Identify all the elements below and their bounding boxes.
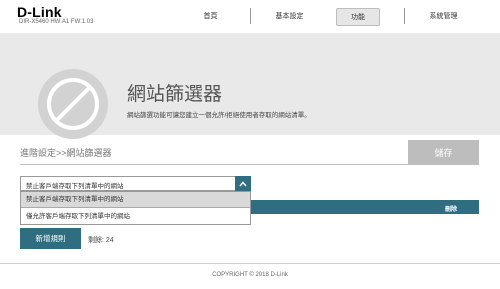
page-title: 網站篩選器 (127, 84, 223, 105)
page-description: 網站篩選功能可讓您建立一個允許/拒絕使用者存取的網站清單。 (127, 112, 311, 119)
copyright: COPYRIGHT © 2018 D-Link (212, 272, 288, 278)
nav-features[interactable]: 功能 (336, 8, 380, 26)
filter-mode-selected-value: 禁止客戶端存取下列清單中的網站 (26, 183, 124, 190)
nav-system-management[interactable]: 系統管理 (404, 8, 482, 24)
hero-banner: 網站篩選器 網站篩選功能可讓您建立一個允許/拒絕使用者存取的網站清單。 (0, 33, 500, 139)
footer-divider (0, 263, 500, 264)
delete-column-header: 刪除 (444, 207, 457, 213)
chevron-up-icon[interactable] (235, 176, 251, 191)
breadcrumb[interactable]: 進階設定>>網站篩選器 (20, 146, 112, 159)
model-info: DIR-X5460 HW:A1 FW:1.03 (19, 19, 94, 25)
divider (20, 164, 479, 165)
website-filter-icon (38, 69, 108, 139)
remaining-count: 剩餘: 24 (88, 237, 114, 244)
dropdown-option-allow[interactable]: 僅允許客戶端存取下列清單中的網站 (21, 209, 250, 225)
nav-basic-settings[interactable]: 基本設定 (250, 8, 328, 24)
brand-logo: D-Link (17, 4, 62, 20)
add-rule-button[interactable]: 新增規則 (20, 228, 81, 249)
filter-mode-select[interactable]: 禁止客戶端存取下列清單中的網站 (20, 176, 251, 191)
dropdown-option-deny[interactable]: 禁止客戶端存取下列清單中的網站 (21, 192, 250, 208)
save-button[interactable]: 儲存 (408, 140, 479, 164)
filter-mode-dropdown: 禁止客戶端存取下列清單中的網站 僅允許客戶端存取下列清單中的網站 (20, 191, 251, 225)
top-bar: D-Link DIR-X5460 HW:A1 FW:1.03 首頁 基本設定 功… (0, 0, 500, 33)
nav-home[interactable]: 首頁 (172, 8, 249, 24)
